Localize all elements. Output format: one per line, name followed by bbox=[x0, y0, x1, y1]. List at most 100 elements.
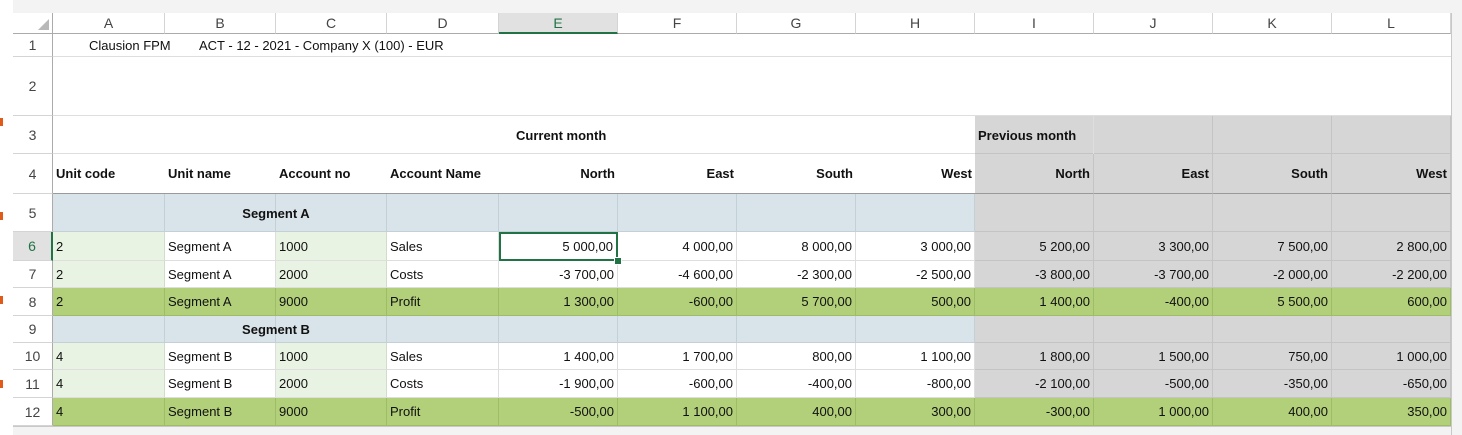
cell-f9[interactable] bbox=[618, 316, 737, 343]
cell-g10[interactable]: 800,00 bbox=[737, 343, 856, 370]
row-header-11[interactable]: 11 bbox=[13, 370, 53, 398]
cell-j9[interactable] bbox=[1094, 316, 1213, 343]
cell-f10[interactable]: 1 700,00 bbox=[618, 343, 737, 370]
row-header-6[interactable]: 6 bbox=[13, 232, 53, 261]
row-header-2[interactable]: 2 bbox=[13, 57, 53, 116]
cell-e11[interactable]: -1 900,00 bbox=[499, 370, 618, 398]
cell-e7[interactable]: -3 700,00 bbox=[499, 261, 618, 288]
header-west-h[interactable]: West bbox=[856, 154, 975, 194]
header-account-name-d[interactable]: Account Name bbox=[387, 154, 499, 194]
cell-b6[interactable]: Segment A bbox=[165, 232, 276, 261]
cell-c10[interactable]: 1000 bbox=[276, 343, 387, 370]
cell-e10[interactable]: 1 400,00 bbox=[499, 343, 618, 370]
cell-l7[interactable]: -2 200,00 bbox=[1332, 261, 1451, 288]
cell-k3[interactable] bbox=[1213, 116, 1332, 154]
column-header-g[interactable]: G bbox=[737, 13, 856, 34]
cell-a11[interactable]: 4 bbox=[53, 370, 165, 398]
cell-f2[interactable] bbox=[618, 57, 737, 116]
cell-j11[interactable]: -500,00 bbox=[1094, 370, 1213, 398]
cell-d11[interactable]: Costs bbox=[387, 370, 499, 398]
cell-f1[interactable] bbox=[618, 34, 737, 57]
cell-f7[interactable]: -4 600,00 bbox=[618, 261, 737, 288]
cell-l2[interactable] bbox=[1332, 57, 1451, 116]
cell-h10[interactable]: 1 100,00 bbox=[856, 343, 975, 370]
cell-e12[interactable]: -500,00 bbox=[499, 398, 618, 426]
select-all-button[interactable] bbox=[13, 13, 53, 34]
cell-l9[interactable] bbox=[1332, 316, 1451, 343]
cell-b12[interactable]: Segment B bbox=[165, 398, 276, 426]
cell-l10[interactable]: 1 000,00 bbox=[1332, 343, 1451, 370]
cell-d8[interactable]: Profit bbox=[387, 288, 499, 316]
cell-e8[interactable]: 1 300,00 bbox=[499, 288, 618, 316]
row-header-9[interactable]: 9 bbox=[13, 316, 53, 343]
cell-i6[interactable]: 5 200,00 bbox=[975, 232, 1094, 261]
cell-f11[interactable]: -600,00 bbox=[618, 370, 737, 398]
row-header-4[interactable]: 4 bbox=[13, 154, 53, 194]
header-unit-name-b[interactable]: Unit name bbox=[165, 154, 276, 194]
cell-k12[interactable]: 400,00 bbox=[1213, 398, 1332, 426]
row-header-10[interactable]: 10 bbox=[13, 343, 53, 370]
cell-k5[interactable] bbox=[1213, 194, 1332, 232]
cell-d10[interactable]: Sales bbox=[387, 343, 499, 370]
cell-b2[interactable] bbox=[165, 57, 276, 116]
cell-l1[interactable] bbox=[1332, 34, 1451, 57]
row-header-7[interactable]: 7 bbox=[13, 261, 53, 288]
cell-a3[interactable] bbox=[53, 116, 165, 154]
header-account-no-c[interactable]: Account no bbox=[276, 154, 387, 194]
cell-f6[interactable]: 4 000,00 bbox=[618, 232, 737, 261]
cell-j1[interactable] bbox=[1094, 34, 1213, 57]
cell-k8[interactable]: 5 500,00 bbox=[1213, 288, 1332, 316]
cell-d12[interactable]: Profit bbox=[387, 398, 499, 426]
cell-h12[interactable]: 300,00 bbox=[856, 398, 975, 426]
column-header-i[interactable]: I bbox=[975, 13, 1094, 34]
header-north-i[interactable]: North bbox=[975, 154, 1094, 194]
cell-g7[interactable]: -2 300,00 bbox=[737, 261, 856, 288]
cell-f8[interactable]: -600,00 bbox=[618, 288, 737, 316]
cell-k11[interactable]: -350,00 bbox=[1213, 370, 1332, 398]
cell-g2[interactable] bbox=[737, 57, 856, 116]
cell-d7[interactable]: Costs bbox=[387, 261, 499, 288]
header-east-j[interactable]: East bbox=[1094, 154, 1213, 194]
cell-i1[interactable] bbox=[975, 34, 1094, 57]
column-header-k[interactable]: K bbox=[1213, 13, 1332, 34]
cell-i2[interactable] bbox=[975, 57, 1094, 116]
row-header-1[interactable]: 1 bbox=[13, 34, 53, 57]
cell-g1[interactable] bbox=[737, 34, 856, 57]
cell-k7[interactable]: -2 000,00 bbox=[1213, 261, 1332, 288]
cell-i8[interactable]: 1 400,00 bbox=[975, 288, 1094, 316]
cell-i12[interactable]: -300,00 bbox=[975, 398, 1094, 426]
row-header-12[interactable]: 12 bbox=[13, 398, 53, 426]
column-header-c[interactable]: C bbox=[276, 13, 387, 34]
cell-b11[interactable]: Segment B bbox=[165, 370, 276, 398]
cell-h11[interactable]: -800,00 bbox=[856, 370, 975, 398]
cell-h6[interactable]: 3 000,00 bbox=[856, 232, 975, 261]
cell-c8[interactable]: 9000 bbox=[276, 288, 387, 316]
cell-b3[interactable] bbox=[165, 116, 276, 154]
cell-b8[interactable]: Segment A bbox=[165, 288, 276, 316]
cell-e6[interactable]: 5 000,00 bbox=[499, 232, 618, 261]
cell-b7[interactable]: Segment A bbox=[165, 261, 276, 288]
cell-k9[interactable] bbox=[1213, 316, 1332, 343]
cell-l8[interactable]: 600,00 bbox=[1332, 288, 1451, 316]
row-header-3[interactable]: 3 bbox=[13, 116, 53, 154]
column-header-a[interactable]: A bbox=[53, 13, 165, 34]
cell-h8[interactable]: 500,00 bbox=[856, 288, 975, 316]
fill-handle[interactable] bbox=[614, 257, 622, 265]
cell-j12[interactable]: 1 000,00 bbox=[1094, 398, 1213, 426]
cell-i7[interactable]: -3 800,00 bbox=[975, 261, 1094, 288]
cell-g5[interactable] bbox=[737, 194, 856, 232]
cell-a8[interactable]: 2 bbox=[53, 288, 165, 316]
cell-j10[interactable]: 1 500,00 bbox=[1094, 343, 1213, 370]
cell-d2[interactable] bbox=[387, 57, 499, 116]
cell-c11[interactable]: 2000 bbox=[276, 370, 387, 398]
cell-c7[interactable]: 2000 bbox=[276, 261, 387, 288]
column-header-j[interactable]: J bbox=[1094, 13, 1213, 34]
cell-k1[interactable] bbox=[1213, 34, 1332, 57]
cell-i9[interactable] bbox=[975, 316, 1094, 343]
header-unit-code-a[interactable]: Unit code bbox=[53, 154, 165, 194]
cell-j2[interactable] bbox=[1094, 57, 1213, 116]
cell-a7[interactable]: 2 bbox=[53, 261, 165, 288]
cell-h1[interactable] bbox=[856, 34, 975, 57]
cell-i11[interactable]: -2 100,00 bbox=[975, 370, 1094, 398]
cell-g11[interactable]: -400,00 bbox=[737, 370, 856, 398]
